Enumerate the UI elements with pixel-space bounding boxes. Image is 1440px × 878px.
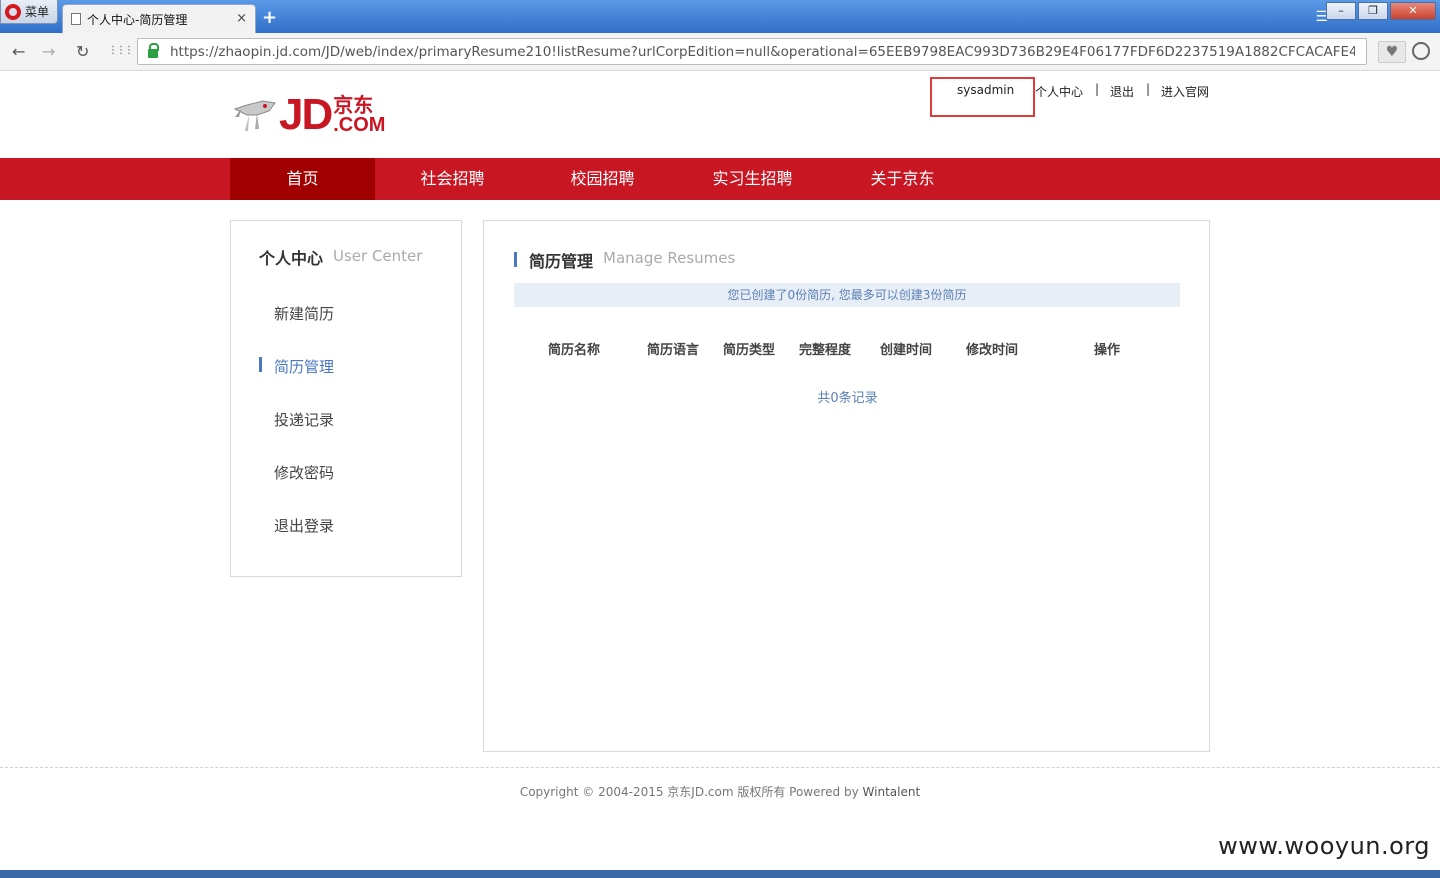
record-count: 共0条记录: [817, 391, 878, 406]
resume-panel: 简历管理 Manage Resumes 您已创建了0份简历, 您最多可以创建3份…: [483, 220, 1210, 752]
watermark: www.wooyun.org: [1218, 832, 1430, 860]
footer: Copyright © 2004-2015 京东JD.com 版权所有 Powe…: [0, 783, 1440, 800]
main-nav: 首页 社会招聘 校园招聘 实习生招聘 关于京东: [0, 158, 1440, 200]
new-tab-button[interactable]: +: [262, 7, 277, 28]
speed-dial-icon[interactable]: ⋮⋮⋮: [108, 45, 134, 56]
browser-tab[interactable]: 个人中心-简历管理 ×: [62, 4, 256, 33]
browser-toolbar: ← → ↻ ⋮⋮⋮ https://zhaopin.jd.com/JD/web/…: [0, 33, 1440, 71]
username[interactable]: sysadmin: [957, 83, 1014, 97]
window-controls: – ❐ ✕: [1326, 2, 1436, 20]
section-marker: [514, 252, 517, 267]
personal-center-link[interactable]: 个人中心: [1035, 83, 1083, 100]
nav-about-jd[interactable]: 关于京东: [830, 158, 975, 200]
minimize-button[interactable]: –: [1326, 2, 1356, 20]
logo-jd: JD: [279, 90, 333, 139]
logo-cn: 京东 .COM: [333, 95, 385, 135]
tab-title: 个人中心-简历管理: [87, 12, 188, 27]
jd-logo[interactable]: JD 京东 .COM: [233, 90, 385, 139]
sidebar-title: 个人中心: [259, 249, 324, 268]
column-header: 操作: [1094, 343, 1121, 358]
sidebar-selected-marker: [259, 357, 262, 372]
sidebar-item-new-resume[interactable]: 新建简历: [274, 303, 334, 324]
joy-dog-icon: [233, 100, 276, 131]
column-header: 简历类型: [723, 343, 776, 358]
nav-campus-recruit[interactable]: 校园招聘: [530, 158, 675, 200]
logout-link[interactable]: 退出: [1110, 83, 1134, 100]
reload-button[interactable]: ↻: [76, 42, 89, 61]
forward-button[interactable]: →: [42, 42, 55, 61]
opera-logo-icon: [5, 3, 21, 20]
logo-cn-text: 京东: [333, 93, 374, 117]
close-window-button[interactable]: ✕: [1390, 2, 1436, 20]
column-header: 创建时间: [880, 343, 933, 358]
column-header: 完整程度: [799, 343, 852, 358]
site-header: JD 京东 .COM sysadmin 个人中心 | 退出 | 进入官网: [0, 71, 1440, 158]
resume-count-notice: 您已创建了0份简历, 您最多可以创建3份简历: [514, 283, 1180, 307]
sidebar-item-logout[interactable]: 退出登录: [274, 515, 334, 536]
browser-titlebar: 菜单 个人中心-简历管理 × + ☰ – ❐ ✕: [0, 0, 1440, 33]
url-text: https://zhaopin.jd.com/JD/web/index/prim…: [170, 43, 1355, 60]
restore-button[interactable]: ❐: [1358, 2, 1388, 20]
tab-close-icon[interactable]: ×: [236, 11, 247, 26]
os-taskbar: [0, 870, 1440, 878]
sidebar-title-en: User Center: [333, 247, 423, 265]
column-header: 简历名称: [548, 343, 601, 358]
nav-home[interactable]: 首页: [230, 158, 375, 200]
copyright-text: Copyright © 2004-2015 京东JD.com 版权所有 Powe…: [519, 785, 859, 799]
opera-menu-button[interactable]: 菜单: [0, 0, 58, 24]
top-links: sysadmin 个人中心 | 退出 | 进入官网: [930, 77, 1220, 117]
column-header: 修改时间: [966, 343, 1019, 358]
address-bar[interactable]: https://zhaopin.jd.com/JD/web/index/prim…: [137, 38, 1367, 65]
sidebar-item-manage-resumes[interactable]: 简历管理: [274, 356, 334, 377]
sidebar-item-applications[interactable]: 投递记录: [274, 409, 334, 430]
account-icon[interactable]: [1412, 42, 1430, 60]
footer-divider: [0, 767, 1440, 768]
lock-icon: [148, 42, 159, 58]
column-header: 简历语言: [647, 343, 700, 358]
nav-intern-recruit[interactable]: 实习生招聘: [680, 158, 825, 200]
user-center-sidebar: 个人中心 User Center 新建简历 简历管理 投递记录 修改密码 退出登…: [230, 220, 462, 577]
page-icon: [71, 13, 81, 25]
sidebar-item-change-password[interactable]: 修改密码: [274, 462, 334, 483]
bookmark-heart-icon[interactable]: ♥: [1378, 41, 1406, 63]
back-button[interactable]: ←: [12, 42, 25, 61]
separator: |: [1095, 82, 1100, 96]
opera-menu-label: 菜单: [25, 5, 50, 19]
page-title: 简历管理: [529, 252, 594, 271]
separator: |: [1146, 82, 1151, 96]
nav-social-recruit[interactable]: 社会招聘: [380, 158, 525, 200]
page-title-en: Manage Resumes: [603, 249, 736, 267]
official-site-link[interactable]: 进入官网: [1161, 83, 1209, 100]
logo-com-text: .COM: [333, 114, 386, 136]
wintalent-link[interactable]: Wintalent: [863, 785, 921, 799]
